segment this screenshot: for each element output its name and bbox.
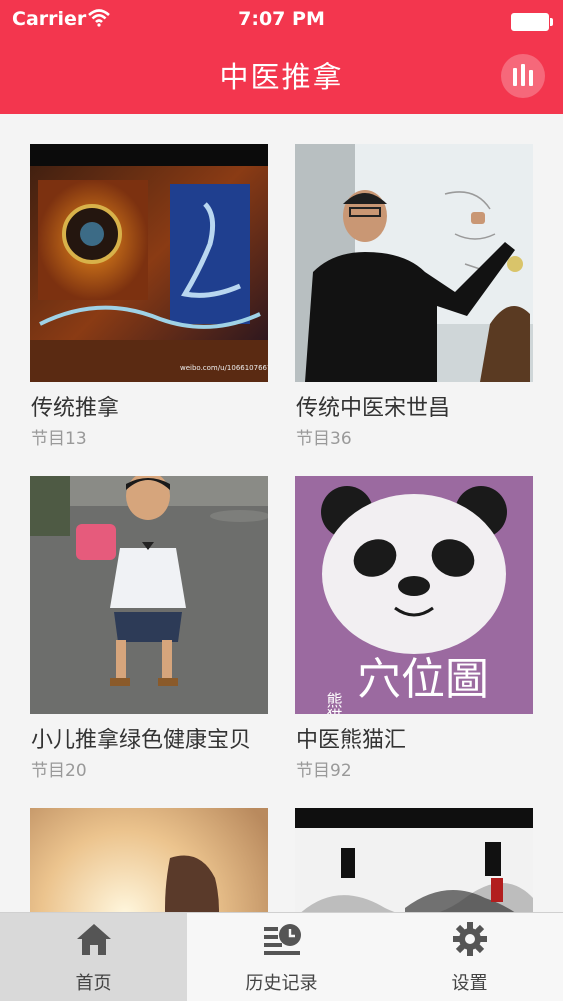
tab-history-label: 历史记录 xyxy=(245,973,318,994)
program-card-traditional-tuina[interactable]: weibo.com/u/1066107667 传统推拿 节目13 xyxy=(30,144,268,449)
program-grid: weibo.com/u/1066107667 传统推拿 节目13 传统中医宋世昌 xyxy=(0,114,563,912)
panda-art-text-large: 穴位圖 xyxy=(357,654,489,705)
program-card-6[interactable] xyxy=(295,808,533,912)
tab-home[interactable]: 首页 xyxy=(0,913,187,1001)
program-episode-count: 节目92 xyxy=(296,761,352,781)
program-episode-count: 节目20 xyxy=(31,761,87,781)
program-card-panda[interactable]: 熊猫 穴位圖 中医熊猫汇 节目92 xyxy=(295,476,533,781)
program-episode-count: 节目13 xyxy=(31,429,87,449)
thumbnail-watermark: weibo.com/u/1066107667 xyxy=(180,364,268,372)
program-title: 传统推拿 xyxy=(31,396,120,421)
program-thumbnail xyxy=(30,476,268,714)
home-icon xyxy=(77,924,111,955)
history-icon xyxy=(264,924,301,955)
program-card-kids-tuina[interactable]: 小儿推拿绿色健康宝贝 节目20 xyxy=(30,476,268,781)
now-playing-button[interactable] xyxy=(501,54,545,98)
program-title: 小儿推拿绿色健康宝贝 xyxy=(31,728,252,753)
program-card-song-shichang[interactable]: 传统中医宋世昌 节目36 xyxy=(295,144,533,449)
tab-settings-label: 设置 xyxy=(451,973,488,994)
status-bar: Carrier 7:07 PM xyxy=(0,6,563,34)
nav-header: Carrier 7:07 PM 中医推拿 xyxy=(0,0,563,114)
gear-icon xyxy=(453,922,487,956)
tab-bar: 首页 历史记录 设置 xyxy=(0,912,563,1001)
status-time: 7:07 PM xyxy=(238,8,325,30)
program-episode-count: 节目36 xyxy=(296,429,352,449)
tab-history[interactable]: 历史记录 xyxy=(188,913,375,1001)
program-thumbnail xyxy=(30,808,268,912)
battery-icon xyxy=(511,13,553,31)
program-title: 中医熊猫汇 xyxy=(296,728,407,753)
program-title: 传统中医宋世昌 xyxy=(296,396,451,421)
program-thumbnail: 熊猫 穴位圖 xyxy=(295,476,533,714)
program-thumbnail xyxy=(295,808,533,912)
program-card-5[interactable] xyxy=(30,808,268,912)
tab-home-label: 首页 xyxy=(75,973,112,994)
tab-settings[interactable]: 设置 xyxy=(376,913,563,1001)
page-title: 中医推拿 xyxy=(219,60,344,94)
panda-art-text-small: 熊猫 xyxy=(324,692,343,714)
program-thumbnail: weibo.com/u/1066107667 xyxy=(30,144,268,382)
program-thumbnail xyxy=(295,144,533,382)
